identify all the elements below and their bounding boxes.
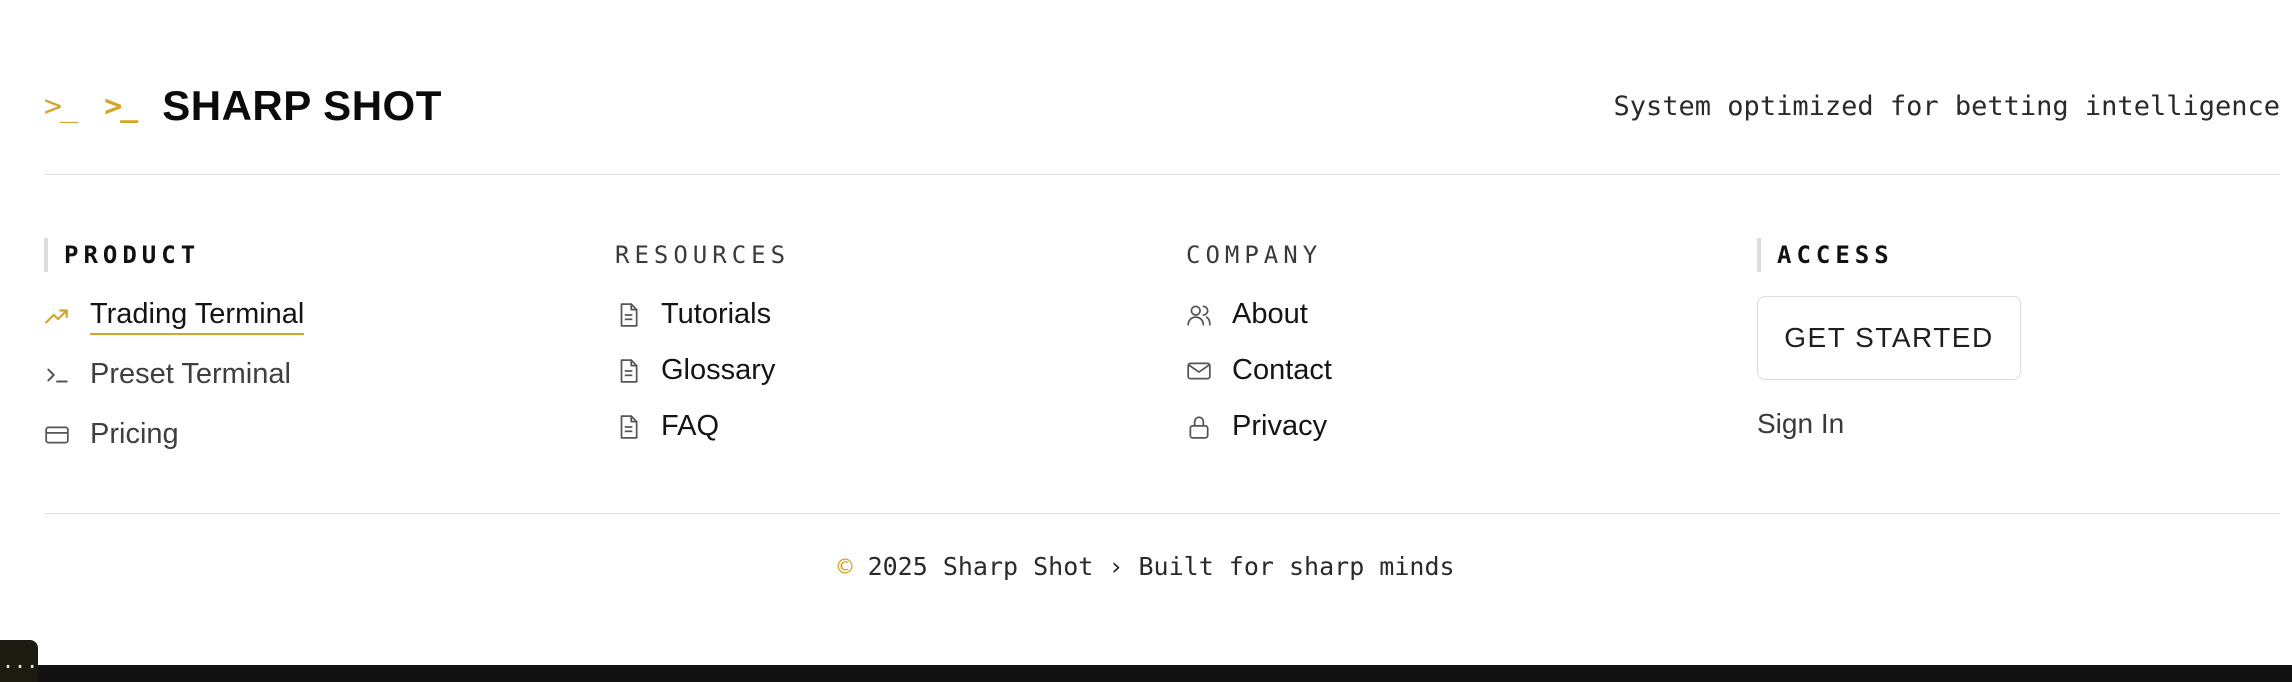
link-label: Privacy bbox=[1232, 410, 1328, 442]
copyright-line: © 2025 Sharp Shot › Built for sharp mind… bbox=[0, 552, 2292, 581]
resources-column: RESOURCES Tutorials Glossary FAQ bbox=[615, 238, 1115, 442]
terminal-prompt-icon: >_ bbox=[44, 88, 78, 124]
document-icon bbox=[615, 302, 641, 328]
footer-header: >_ >_ SHARP SHOT System optimized for be… bbox=[44, 76, 2280, 136]
column-heading-resources: RESOURCES bbox=[615, 241, 791, 269]
link-label: Contact bbox=[1232, 354, 1332, 386]
product-column: PRODUCT Trading Terminal Preset Terminal… bbox=[44, 238, 544, 450]
company-column: COMPANY About Contact Privacy bbox=[1186, 238, 1686, 442]
link-preset-terminal[interactable]: Preset Terminal bbox=[44, 358, 291, 391]
column-heading-company: COMPANY bbox=[1186, 241, 1323, 269]
users-icon bbox=[1186, 302, 1212, 328]
link-faq[interactable]: FAQ bbox=[615, 410, 719, 443]
divider bbox=[44, 174, 2280, 175]
brand-logo[interactable]: >_ >_ SHARP SHOT bbox=[44, 82, 442, 130]
terminal-icon bbox=[44, 362, 70, 388]
link-label: Preset Terminal bbox=[90, 358, 291, 390]
link-contact[interactable]: Contact bbox=[1186, 354, 1332, 387]
link-privacy[interactable]: Privacy bbox=[1186, 410, 1327, 443]
sign-in-link[interactable]: Sign In bbox=[1757, 408, 1844, 440]
link-pricing[interactable]: Pricing bbox=[44, 418, 179, 451]
link-trading-terminal[interactable]: Trading Terminal bbox=[44, 298, 305, 335]
link-label: Trading Terminal bbox=[90, 298, 305, 335]
link-label: About bbox=[1232, 298, 1308, 330]
brand-name: SHARP SHOT bbox=[162, 82, 442, 129]
divider bbox=[44, 513, 2280, 514]
more-badge[interactable]: ... bbox=[0, 640, 38, 682]
bottom-bar bbox=[0, 665, 2292, 682]
mail-icon bbox=[1186, 358, 1212, 384]
lock-icon bbox=[1186, 414, 1212, 440]
tagline: System optimized for betting intelligenc… bbox=[1613, 90, 2280, 122]
link-tutorials[interactable]: Tutorials bbox=[615, 298, 771, 331]
column-heading-product: PRODUCT bbox=[44, 238, 544, 272]
document-icon bbox=[615, 358, 641, 384]
link-label: FAQ bbox=[661, 410, 720, 442]
link-label: Tutorials bbox=[661, 298, 772, 330]
link-glossary[interactable]: Glossary bbox=[615, 354, 775, 387]
trending-up-icon bbox=[44, 304, 70, 330]
copyright-symbol: © bbox=[837, 552, 853, 581]
credit-card-icon bbox=[44, 422, 70, 448]
link-label: Pricing bbox=[90, 418, 179, 450]
column-heading-access: ACCESS bbox=[1757, 238, 2277, 272]
terminal-prompt-icon: >_ bbox=[104, 88, 138, 124]
document-icon bbox=[615, 414, 641, 440]
link-label: Glossary bbox=[661, 354, 776, 386]
footer-columns: PRODUCT Trading Terminal Preset Terminal… bbox=[44, 238, 2280, 478]
get-started-button[interactable]: GET STARTED bbox=[1757, 296, 2021, 380]
footer-page: >_ >_ SHARP SHOT System optimized for be… bbox=[0, 0, 2292, 682]
access-column: ACCESS GET STARTED Sign In bbox=[1757, 238, 2277, 439]
link-about[interactable]: About bbox=[1186, 298, 1308, 331]
copyright-text: 2025 Sharp Shot › Built for sharp minds bbox=[867, 552, 1455, 581]
